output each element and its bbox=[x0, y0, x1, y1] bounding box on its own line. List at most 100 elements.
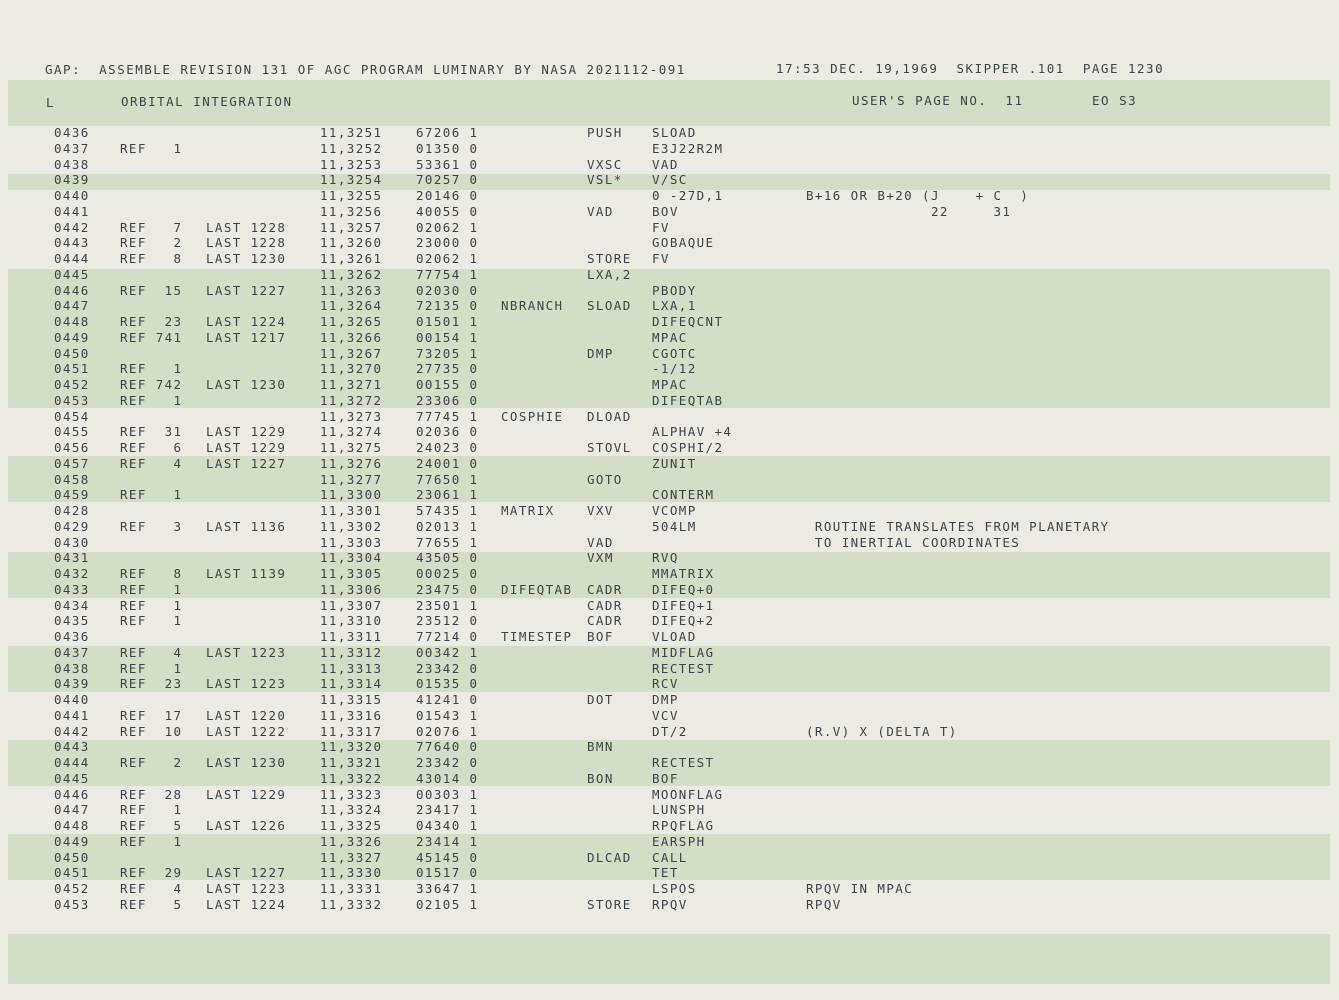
cell-operand: 0 -27D,1 bbox=[652, 188, 724, 203]
listing-row: 0441 11,3256 40055 0 VAD BOV 22 31 bbox=[0, 204, 1339, 220]
cell-word: 40055 0 bbox=[416, 203, 479, 219]
cell-operand: RCV bbox=[652, 676, 679, 692]
cell-op: STORE bbox=[587, 251, 632, 266]
cell-operand: MIDFLAG bbox=[652, 644, 715, 660]
cell-line: 0458 bbox=[54, 471, 90, 487]
cell-ref: REF 1 bbox=[120, 581, 183, 597]
cell-ref: REF 4 bbox=[120, 644, 183, 660]
cell-addr: 11,3332 bbox=[320, 896, 383, 912]
cell-op: STOVL bbox=[587, 440, 632, 455]
listing-row: 0445 11,3262 77754 1 LXA,2 bbox=[0, 267, 1339, 283]
cell-line: 0430 bbox=[54, 534, 90, 550]
cell-addr: 11,3315 bbox=[320, 692, 383, 707]
cell-operand: FV bbox=[652, 251, 670, 266]
listing-row: 0449 REF 1 11,3326 23414 1 EARSPH bbox=[0, 834, 1339, 850]
listing-row: 0433 REF 1 11,3306 23475 0 DIFEQTAB CADR DIFEQ… bbox=[0, 582, 1339, 598]
cell-ref: REF 4 bbox=[120, 455, 183, 471]
cell-line: 0455 bbox=[54, 424, 90, 440]
cell-word: 41241 0 bbox=[416, 692, 479, 707]
cell-addr: 11,3265 bbox=[320, 314, 383, 329]
listing-row: 0437 REF 4 LAST 1223 11,3312 00342 1 MIDFLAG bbox=[0, 645, 1339, 661]
cell-label: NBRANCH bbox=[501, 298, 564, 314]
cell-word: 01543 1 bbox=[416, 707, 479, 723]
listing-row: 0459 REF 1 11,3300 23061 1 CONTERM bbox=[0, 487, 1339, 503]
cell-operand: DIFEQ+1 bbox=[652, 597, 715, 613]
cell-operand: MOONFLAG bbox=[652, 786, 724, 802]
listing-row: 0444 REF 2 LAST 1230 11,3321 23342 0 RECTEST bbox=[0, 755, 1339, 771]
listing-timestamp-page: 17:53 DEC. 19,1969 SKIPPER .101 PAGE 123… bbox=[776, 61, 1165, 76]
cell-line: 0432 bbox=[54, 566, 90, 581]
cell-word: 57435 1 bbox=[416, 503, 479, 518]
cell-line: 0433 bbox=[54, 581, 90, 597]
cell-line: 0438 bbox=[54, 660, 90, 676]
cell-operand: EARSPH bbox=[652, 833, 706, 849]
cell-operand: FV bbox=[652, 219, 670, 235]
cell-ref: REF 8 bbox=[120, 566, 183, 581]
cell-word: 01501 1 bbox=[416, 314, 479, 329]
user-page-number: USER'S PAGE NO. 11 bbox=[852, 93, 1024, 108]
cell-word: 73205 1 bbox=[416, 345, 479, 361]
cell-ref: REF 3 bbox=[120, 518, 183, 534]
cell-word: 23417 1 bbox=[416, 802, 479, 818]
cell-addr: 11,3310 bbox=[320, 613, 383, 629]
listing-row: 0453 REF 1 11,3272 23306 0 DIFEQTAB bbox=[0, 393, 1339, 409]
cell-addr: 11,3320 bbox=[320, 739, 383, 755]
cell-operand: RECTEST bbox=[652, 755, 715, 770]
cell-ref: REF 5 bbox=[120, 896, 183, 912]
cell-word: 20146 0 bbox=[416, 188, 479, 203]
cell-op: DOT bbox=[587, 692, 614, 707]
cell-word: 00155 0 bbox=[416, 377, 479, 392]
cell-word: 02105 1 bbox=[416, 896, 479, 912]
listing-row: 0450 11,3267 73205 1 DMP CGOTC bbox=[0, 346, 1339, 362]
cell-op: VXSC bbox=[587, 156, 623, 172]
cell-word: 00154 1 bbox=[416, 329, 479, 345]
cell-operand: DIFEQTAB bbox=[652, 392, 724, 408]
cell-last: LAST 1227 bbox=[206, 865, 287, 881]
cell-operand: E3J22R2M bbox=[652, 140, 724, 156]
cell-operand: ALPHAV +4 bbox=[652, 424, 733, 440]
cell-word: 23475 0 bbox=[416, 581, 479, 597]
cell-addr: 11,3306 bbox=[320, 581, 383, 597]
cell-ref: REF 15 bbox=[120, 282, 183, 298]
cell-op: DLOAD bbox=[587, 408, 632, 424]
cell-ref: REF 1 bbox=[120, 597, 183, 613]
cell-last: LAST 1229 bbox=[206, 440, 287, 455]
listing-row: 0441 REF 17 LAST 1220 11,3316 01543 1 VCV bbox=[0, 708, 1339, 724]
cell-line: 0452 bbox=[54, 377, 90, 392]
cell-comment: 22 31 bbox=[806, 203, 1012, 219]
cell-op: STORE bbox=[587, 896, 632, 912]
listing-row: 0448 REF 23 LAST 1224 11,3265 01501 1 DIFEQCN… bbox=[0, 314, 1339, 330]
cell-word: 77745 1 bbox=[416, 408, 479, 424]
cell-word: 01517 0 bbox=[416, 865, 479, 881]
cell-line: 0445 bbox=[54, 266, 90, 282]
cell-addr: 11,3300 bbox=[320, 487, 383, 503]
cell-word: 27735 0 bbox=[416, 361, 479, 377]
listing-row: 0429 REF 3 LAST 1136 11,3302 02013 1 504LM RO… bbox=[0, 518, 1339, 550]
listing-row: 0444 REF 8 LAST 1230 11,3261 02062 1 STORE FV bbox=[0, 251, 1339, 267]
cell-ref: REF 2 bbox=[120, 755, 183, 770]
cell-word: 67206 1 bbox=[416, 125, 479, 140]
cell-addr: 11,3274 bbox=[320, 424, 383, 440]
cell-operand: MPAC bbox=[652, 377, 688, 392]
cell-ref: REF 17 bbox=[120, 707, 183, 723]
cell-word: 23306 0 bbox=[416, 392, 479, 408]
cell-op: VXV bbox=[587, 503, 614, 518]
cell-operand: ZUNIT bbox=[652, 455, 697, 471]
cell-word: 02036 0 bbox=[416, 424, 479, 440]
cell-operand: VCV bbox=[652, 707, 679, 723]
cell-word: 00342 1 bbox=[416, 644, 479, 660]
cell-line: 0443 bbox=[54, 739, 90, 755]
cell-operand: MMATRIX bbox=[652, 566, 715, 581]
cell-word: 77650 1 bbox=[416, 471, 479, 487]
cell-addr: 11,3273 bbox=[320, 408, 383, 424]
listing-row: 0443 11,3320 77640 0 BMN bbox=[0, 739, 1339, 755]
cell-ref: REF 1 bbox=[120, 140, 183, 156]
cell-addr: 11,3325 bbox=[320, 818, 383, 833]
cell-word: 02062 1 bbox=[416, 251, 479, 266]
cell-line: 0449 bbox=[54, 833, 90, 849]
cell-addr: 11,3304 bbox=[320, 550, 383, 566]
cell-operand: SLOAD bbox=[652, 125, 697, 140]
cell-line: 0452 bbox=[54, 881, 90, 896]
cell-addr: 11,3257 bbox=[320, 219, 383, 235]
cell-line: 0439 bbox=[54, 172, 90, 188]
